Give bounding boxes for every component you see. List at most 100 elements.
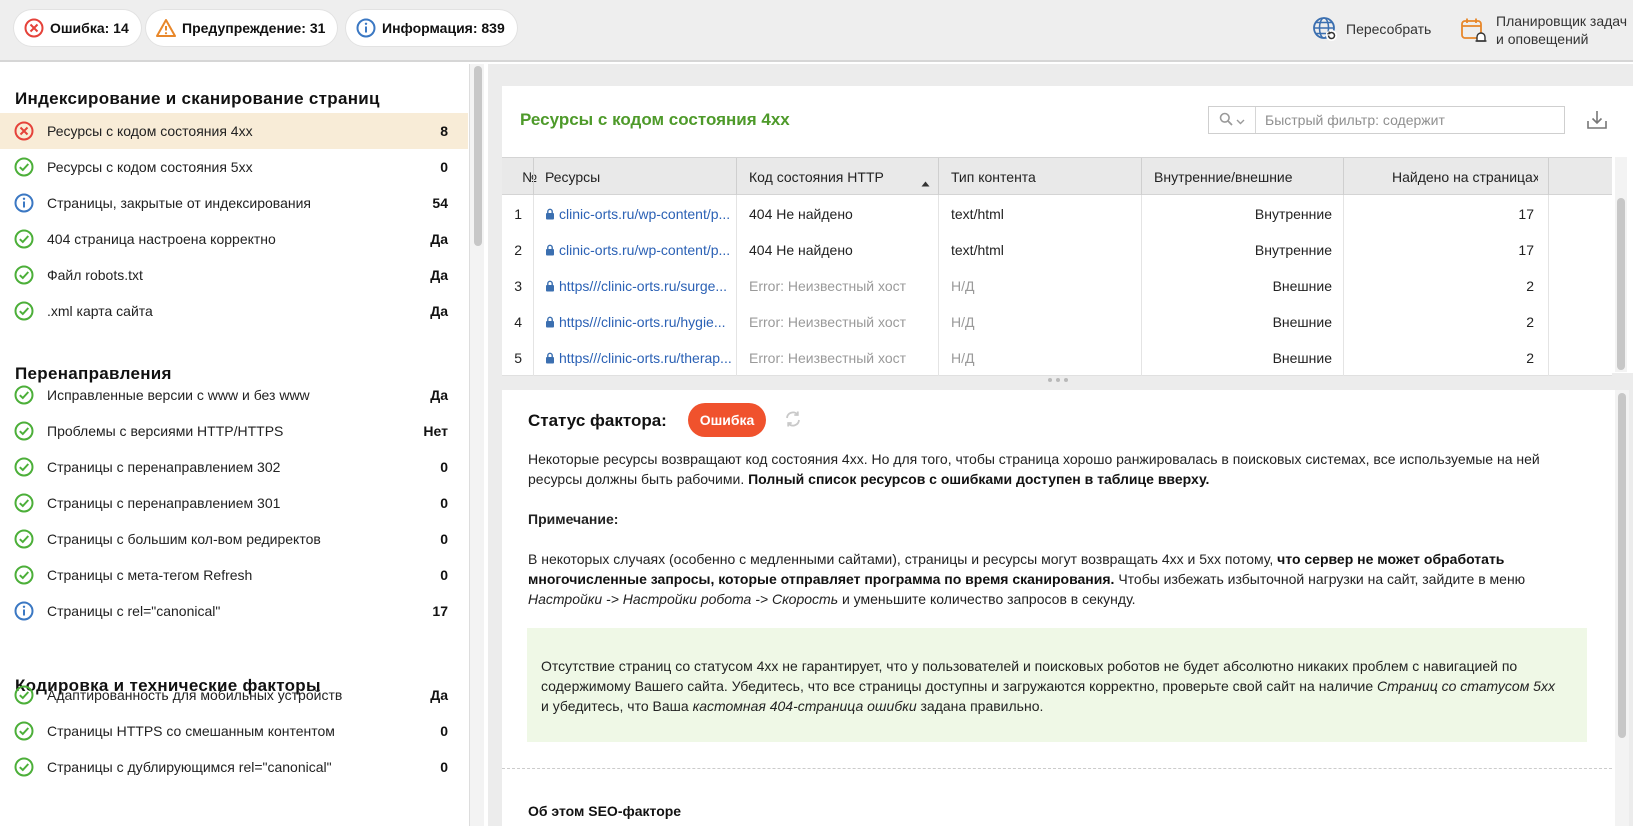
- http-status-cell: 404 Не найдено: [749, 205, 853, 222]
- http-status-cell: Error: Неизвестный хост: [749, 277, 907, 294]
- check-icon: [14, 493, 34, 513]
- export-button[interactable]: [1585, 108, 1609, 132]
- column-header-internal-external[interactable]: Внутренние/внешние: [1154, 158, 1334, 195]
- info-count-label: Информация: 839: [382, 20, 505, 36]
- sidebar-item-label: Адаптированность для мобильных устройств: [47, 687, 343, 703]
- column-header-content-type[interactable]: Тип контента: [951, 158, 1131, 195]
- sidebar-item[interactable]: Исправленные версии с www и без www Да: [0, 377, 468, 413]
- table-row[interactable]: 2 clinic-orts.ru/wp-content/p... 404 Не на…: [502, 231, 1612, 268]
- info-filter-button[interactable]: Информация: 839: [346, 10, 517, 46]
- sidebar-item-value: Нет: [423, 423, 448, 439]
- refresh-icon[interactable]: [783, 409, 803, 429]
- check-icon: [14, 457, 34, 477]
- table-row[interactable]: 3 https///clinic-orts.ru/surge... Error: Н…: [502, 267, 1612, 304]
- tip-paragraph: Отсутствие страниц со статусом 4xx не га…: [541, 656, 1561, 716]
- resource-link[interactable]: clinic-orts.ru/wp-content/p...: [545, 195, 733, 232]
- column-header-resources[interactable]: Ресурсы: [545, 158, 725, 195]
- http-status-cell: Error: Неизвестный хост: [749, 313, 907, 330]
- sidebar-item[interactable]: Страницы HTTPS со смешанным контентом 0: [0, 713, 468, 749]
- sidebar-item-label: Страницы с большим кол-вом редиректов: [47, 531, 321, 547]
- sidebar-item[interactable]: Страницы с rel="canonical" 17: [0, 593, 468, 629]
- error-icon: [14, 121, 34, 141]
- sidebar-item-label: Страницы с мета-тегом Refresh: [47, 567, 253, 583]
- column-header-found-on-pages[interactable]: Найдено на страницах: [1392, 158, 1538, 195]
- resource-link[interactable]: https///clinic-orts.ru/therap...: [545, 339, 733, 376]
- row-number: 4: [514, 313, 522, 330]
- found-on-pages-cell: 17: [1518, 241, 1534, 258]
- globe-refresh-icon: [1312, 16, 1338, 42]
- sidebar-item[interactable]: Ресурсы с кодом состояния 5xx 0: [0, 149, 468, 185]
- resource-url: https///clinic-orts.ru/hygie...: [559, 313, 726, 330]
- note-menu-path: Настройки -> Настройки робота -> Скорост…: [528, 591, 839, 607]
- search-icon: [1219, 112, 1233, 129]
- sidebar-item[interactable]: Адаптированность для мобильных устройств…: [0, 677, 468, 713]
- found-on-pages-cell: 2: [1526, 313, 1534, 330]
- quick-filter: [1208, 106, 1565, 134]
- table-row[interactable]: 5 https///clinic-orts.ru/therap... Error: …: [502, 339, 1612, 376]
- sidebar-item[interactable]: Проблемы с версиями HTTP/HTTPS Нет: [0, 413, 468, 449]
- resource-link[interactable]: clinic-orts.ru/wp-content/p...: [545, 231, 733, 268]
- sidebar-item-value: 0: [440, 759, 448, 775]
- sidebar-scroll-thumb[interactable]: [474, 66, 482, 246]
- sidebar-item[interactable]: 404 страница настроена корректно Да: [0, 221, 468, 257]
- table-scroll-thumb[interactable]: [1617, 198, 1625, 370]
- check-icon: [14, 685, 34, 705]
- sidebar-item-value: 0: [440, 567, 448, 583]
- check-icon: [14, 157, 34, 177]
- quick-filter-input[interactable]: [1256, 108, 1556, 132]
- scope-cell: Внутренние: [1254, 241, 1332, 258]
- about-factor-heading: Об этом SEO-факторе: [528, 803, 682, 819]
- tip-text-1: Отсутствие страниц со статусом 4xx не га…: [541, 658, 1518, 694]
- sidebar-item[interactable]: Страницы с мета-тегом Refresh 0: [0, 557, 468, 593]
- row-number: 1: [514, 205, 522, 222]
- sidebar-item-label: 404 страница настроена корректно: [47, 231, 276, 247]
- sidebar-item-value: Да: [430, 387, 448, 403]
- row-number: 2: [514, 241, 522, 258]
- filter-mode-button[interactable]: [1209, 107, 1256, 133]
- errors-count-label: Ошибка: 14: [50, 20, 129, 36]
- details-scroll-thumb[interactable]: [1618, 393, 1626, 738]
- warning-icon: [156, 18, 176, 38]
- sidebar-item-label: Исправленные версии с www и без www: [47, 387, 310, 403]
- sidebar-item[interactable]: Страницы с перенаправлением 302 0: [0, 449, 468, 485]
- content-type-cell: text/html: [951, 205, 1004, 222]
- check-icon: [14, 265, 34, 285]
- status-badge: Ошибка: [688, 403, 766, 437]
- sidebar-item[interactable]: Страницы, закрытые от индексирования 54: [0, 185, 468, 221]
- rebuild-button[interactable]: Пересобрать: [1312, 16, 1431, 42]
- table-row[interactable]: 4 https///clinic-orts.ru/hygie... Error: Н…: [502, 303, 1612, 340]
- row-number: 5: [514, 349, 522, 366]
- scope-cell: Внутренние: [1254, 205, 1332, 222]
- scheduler-button[interactable]: Планировщик задач и оповещений: [1460, 12, 1627, 48]
- resource-link[interactable]: https///clinic-orts.ru/surge...: [545, 267, 733, 304]
- error-icon: [24, 18, 44, 38]
- sidebar-item[interactable]: Страницы с большим кол-вом редиректов 0: [0, 521, 468, 557]
- sidebar-item[interactable]: Страницы с дублирующимся rel="canonical"…: [0, 749, 468, 785]
- table-row[interactable]: 1 clinic-orts.ru/wp-content/p... 404 Не на…: [502, 195, 1612, 232]
- sidebar-item-label: Страницы с перенаправлением 301: [47, 495, 281, 511]
- sidebar-item[interactable]: Файл robots.txt Да: [0, 257, 468, 293]
- tip-link-404: кастомная 404-страница ошибки: [692, 698, 917, 714]
- info-icon: [356, 18, 376, 38]
- sidebar-item-value: 0: [440, 723, 448, 739]
- lock-icon: [545, 244, 555, 256]
- sidebar-item-label: Страницы HTTPS со смешанным контентом: [47, 723, 335, 739]
- scope-cell: Внешние: [1272, 313, 1332, 330]
- warnings-filter-button[interactable]: Предупреждение: 31: [146, 10, 338, 46]
- resource-link[interactable]: https///clinic-orts.ru/hygie...: [545, 303, 733, 340]
- section-divider: [502, 768, 1612, 769]
- panel-title: Ресурсы с кодом состояния 4xx: [520, 110, 790, 129]
- sidebar-item-label: Ресурсы с кодом состояния 4xx: [47, 123, 253, 139]
- description-paragraph: Некоторые ресурсы возвращают код состоян…: [528, 449, 1558, 489]
- found-on-pages-cell: 2: [1526, 349, 1534, 366]
- errors-filter-button[interactable]: Ошибка: 14: [14, 10, 141, 46]
- found-on-pages-cell: 2: [1526, 277, 1534, 294]
- column-header-http-code[interactable]: Код состояния HTTP: [749, 158, 919, 195]
- horizontal-split-handle[interactable]: [1048, 378, 1068, 384]
- rebuild-label: Пересобрать: [1346, 21, 1432, 37]
- sidebar-item[interactable]: .xml карта сайта Да: [0, 293, 468, 329]
- sidebar-item[interactable]: Ресурсы с кодом состояния 4xx 8: [0, 113, 468, 149]
- sidebar-item[interactable]: Страницы с перенаправлением 301 0: [0, 485, 468, 521]
- sidebar-item-value: Да: [430, 267, 448, 283]
- check-icon: [14, 421, 34, 441]
